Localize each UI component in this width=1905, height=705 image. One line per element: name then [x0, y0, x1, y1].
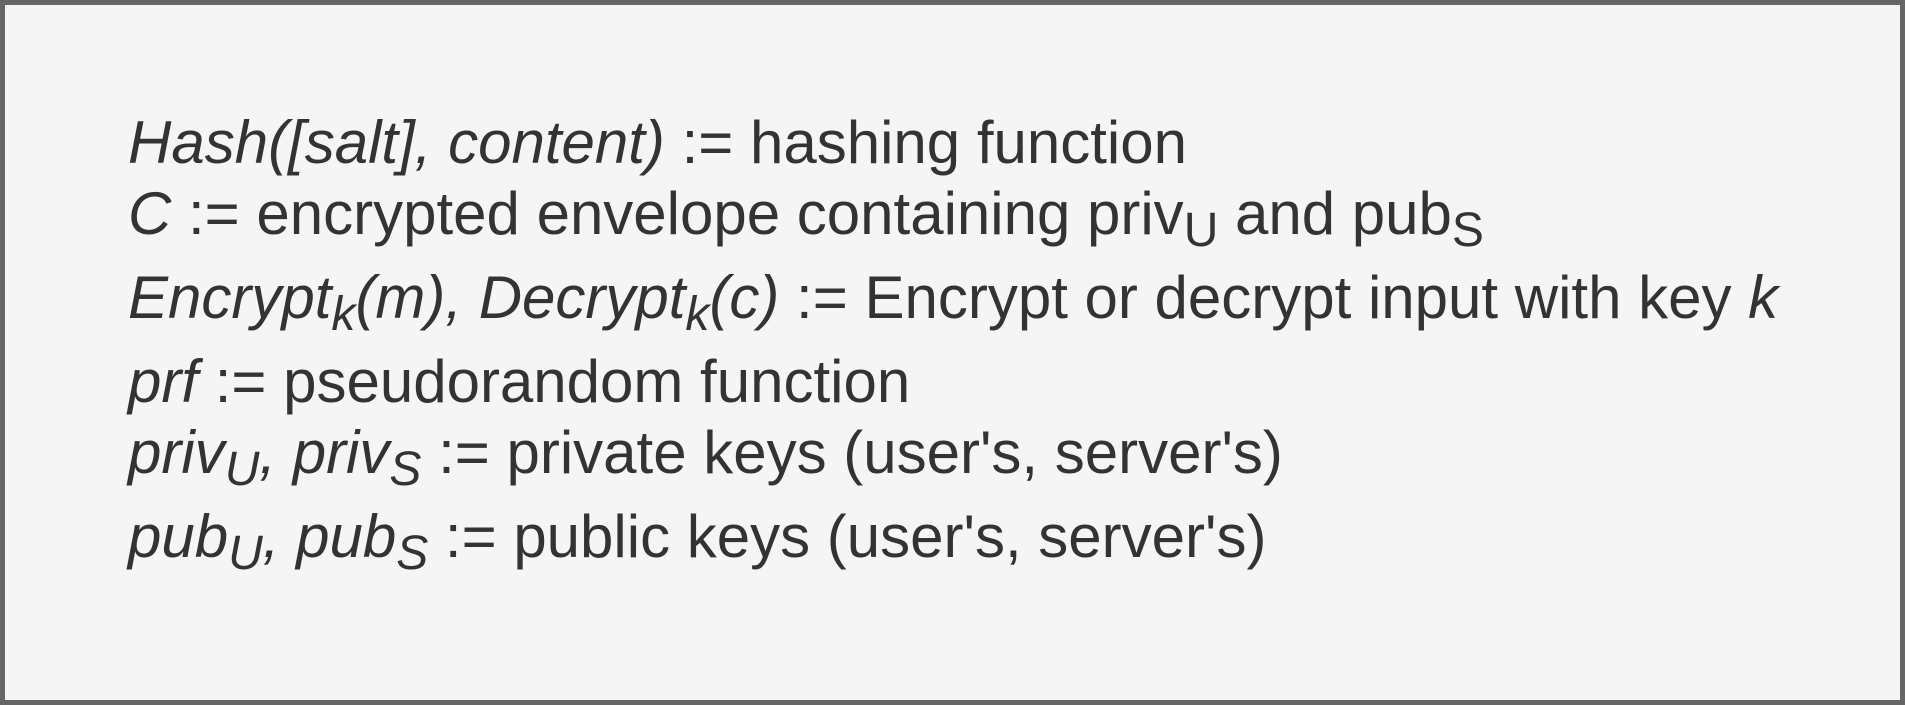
- prf-term: prf: [128, 348, 199, 415]
- envelope-description: encrypted envelope containing priv: [256, 180, 1184, 247]
- define-operator: :=: [421, 419, 507, 486]
- decrypt-arg: (c): [709, 264, 780, 331]
- subscript: S: [396, 527, 429, 580]
- subscript: U: [224, 443, 260, 496]
- definition-envelope: C := encrypted envelope containing privU…: [128, 184, 1778, 268]
- pub-term-cont: , pub: [262, 503, 397, 570]
- subscript: U: [228, 527, 263, 580]
- notation-legend: Hash([salt], content) := hashing functio…: [128, 113, 1778, 580]
- priv-term: priv: [128, 419, 225, 486]
- definition-hash: Hash([salt], content) := hashing functio…: [128, 113, 1778, 184]
- encrypt-description: Encrypt or decrypt input with key: [864, 264, 1749, 331]
- hash-description: hashing function: [749, 109, 1187, 176]
- subscript: k: [331, 288, 356, 341]
- pub-term: pub: [128, 503, 229, 570]
- priv-description: private keys (user's, server's): [506, 419, 1283, 486]
- prf-description: pseudorandom function: [283, 348, 911, 415]
- definition-prf: prf := pseudorandom function: [128, 352, 1778, 423]
- define-operator: :=: [664, 109, 750, 176]
- pub-description: public keys (user's, server's): [513, 503, 1267, 570]
- key-variable: k: [1748, 264, 1779, 331]
- decrypt-term: (m), Decrypt: [355, 264, 686, 331]
- envelope-term: C: [128, 180, 172, 247]
- define-operator: :=: [198, 348, 284, 415]
- subscript: U: [1183, 204, 1219, 257]
- definition-encrypt-decrypt: Encryptk(m), Decryptk(c) := Encrypt or d…: [128, 268, 1778, 352]
- priv-term-cont: , priv: [259, 419, 390, 486]
- define-operator: :=: [428, 503, 514, 570]
- subscript: S: [389, 443, 422, 496]
- hash-term: Hash([salt], content): [128, 109, 665, 176]
- subscript: k: [685, 288, 710, 341]
- legend-frame: Hash([salt], content) := hashing functio…: [0, 0, 1905, 705]
- definition-private-keys: privU, privS := private keys (user's, se…: [128, 423, 1778, 507]
- envelope-description-cont: and pub: [1218, 180, 1452, 247]
- define-operator: :=: [171, 180, 257, 247]
- encrypt-term: Encrypt: [128, 264, 332, 331]
- definition-public-keys: pubU, pubS := public keys (user's, serve…: [128, 507, 1778, 580]
- subscript: S: [1451, 204, 1484, 257]
- define-operator: :=: [779, 264, 865, 331]
